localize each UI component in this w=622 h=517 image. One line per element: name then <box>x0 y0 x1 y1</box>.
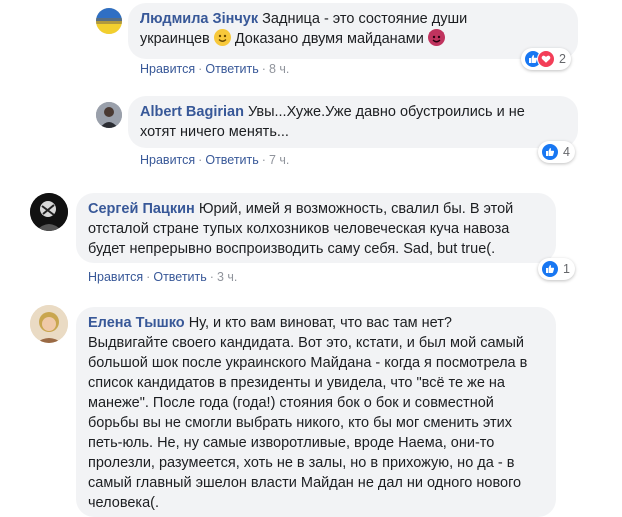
comment-author[interactable]: Людмила Зінчук <box>140 11 258 27</box>
separator: · <box>209 270 214 284</box>
comment-author[interactable]: Сергей Пацкин <box>88 201 195 217</box>
smiling-face-emoji <box>213 29 231 46</box>
reply-link[interactable]: Ответить <box>205 153 258 167</box>
reactions-summary[interactable]: 4 <box>538 141 575 163</box>
separator: · <box>261 153 266 167</box>
comment-actions: Нравится · Ответить · 7 ч. <box>140 153 289 167</box>
like-icon <box>541 260 559 278</box>
avatar[interactable] <box>30 305 68 343</box>
reactions-summary[interactable]: 1 <box>538 258 575 280</box>
love-icon <box>537 50 555 68</box>
comment-text: Увы...Хуже.Уже давно обустроились и не <box>247 104 525 120</box>
comment-text: манеже". После года (года!) стояния бок … <box>88 395 494 411</box>
comment-text: пролезли, разумеется, хоть не в залы, но… <box>88 455 515 471</box>
reaction-count: 1 <box>563 262 570 276</box>
reply-link[interactable]: Ответить <box>205 62 258 76</box>
comment-text: Задница - это состояние души <box>262 11 468 27</box>
comment-bubble: Людмила Зінчук Задница - это состояние д… <box>128 3 578 59</box>
comment-bubble: Елена Тышко Ну, и кто вам виноват, что в… <box>76 307 556 517</box>
comment-bubble: Albert Bagirian Увы...Хуже.Уже давно обу… <box>128 96 578 148</box>
avatar[interactable] <box>96 102 122 128</box>
comment-text: Ну, и кто вам виноват, что вас там нет? <box>188 315 452 331</box>
comment-text: украинцев <box>140 31 210 47</box>
separator: · <box>146 270 151 284</box>
separator: · <box>261 62 266 76</box>
reaction-count: 4 <box>563 145 570 159</box>
comment-text: борьбы вы не смогли выбрать никого, кто … <box>88 415 512 431</box>
separator: · <box>198 153 203 167</box>
comment-text: список кандидатов в президенты и увидела… <box>88 375 505 391</box>
reactions-summary[interactable]: 2 <box>521 48 571 70</box>
timestamp[interactable]: 8 ч. <box>269 62 289 76</box>
smiling-devil-emoji <box>427 29 445 46</box>
like-link[interactable]: Нравится <box>140 62 195 76</box>
comment-text: большой шок после украинского Майдана - … <box>88 355 528 371</box>
comment-actions: Нравится · Ответить · 3 ч. <box>88 270 237 284</box>
comment-author[interactable]: Елена Тышко <box>88 315 185 331</box>
like-link[interactable]: Нравится <box>140 153 195 167</box>
comment-author[interactable]: Albert Bagirian <box>140 104 244 120</box>
reaction-count: 2 <box>559 52 566 66</box>
separator: · <box>198 62 203 76</box>
comment-text: Юрий, имей я возможность, свалил бы. В э… <box>198 201 514 217</box>
timestamp[interactable]: 7 ч. <box>269 153 289 167</box>
comment-text: отсталой стране тупых колхозников челове… <box>88 221 510 237</box>
comment-text: человека(. <box>88 495 160 511</box>
comment-text: Выдвигайте своего кандидата. Вот это, кс… <box>88 335 524 351</box>
timestamp[interactable]: 3 ч. <box>217 270 237 284</box>
reply-link[interactable]: Ответить <box>153 270 206 284</box>
avatar[interactable] <box>96 8 122 34</box>
like-link[interactable]: Нравится <box>88 270 143 284</box>
comment-text: Доказано двумя майданами <box>234 31 424 47</box>
comment-text: самый главный эшелон власти Майдан не да… <box>88 475 522 491</box>
comment-bubble: Сергей Пацкин Юрий, имей я возможность, … <box>76 193 556 263</box>
like-icon <box>541 143 559 161</box>
comment-text: петь-юль. Не, ну самые изворотливые, вро… <box>88 435 495 451</box>
avatar[interactable] <box>30 193 68 231</box>
comment-actions: Нравится · Ответить · 8 ч. <box>140 62 289 76</box>
comment-text: хотят ничего менять... <box>140 124 289 140</box>
comment-text: будет непрерывно воспроизводить саму себ… <box>88 241 496 257</box>
